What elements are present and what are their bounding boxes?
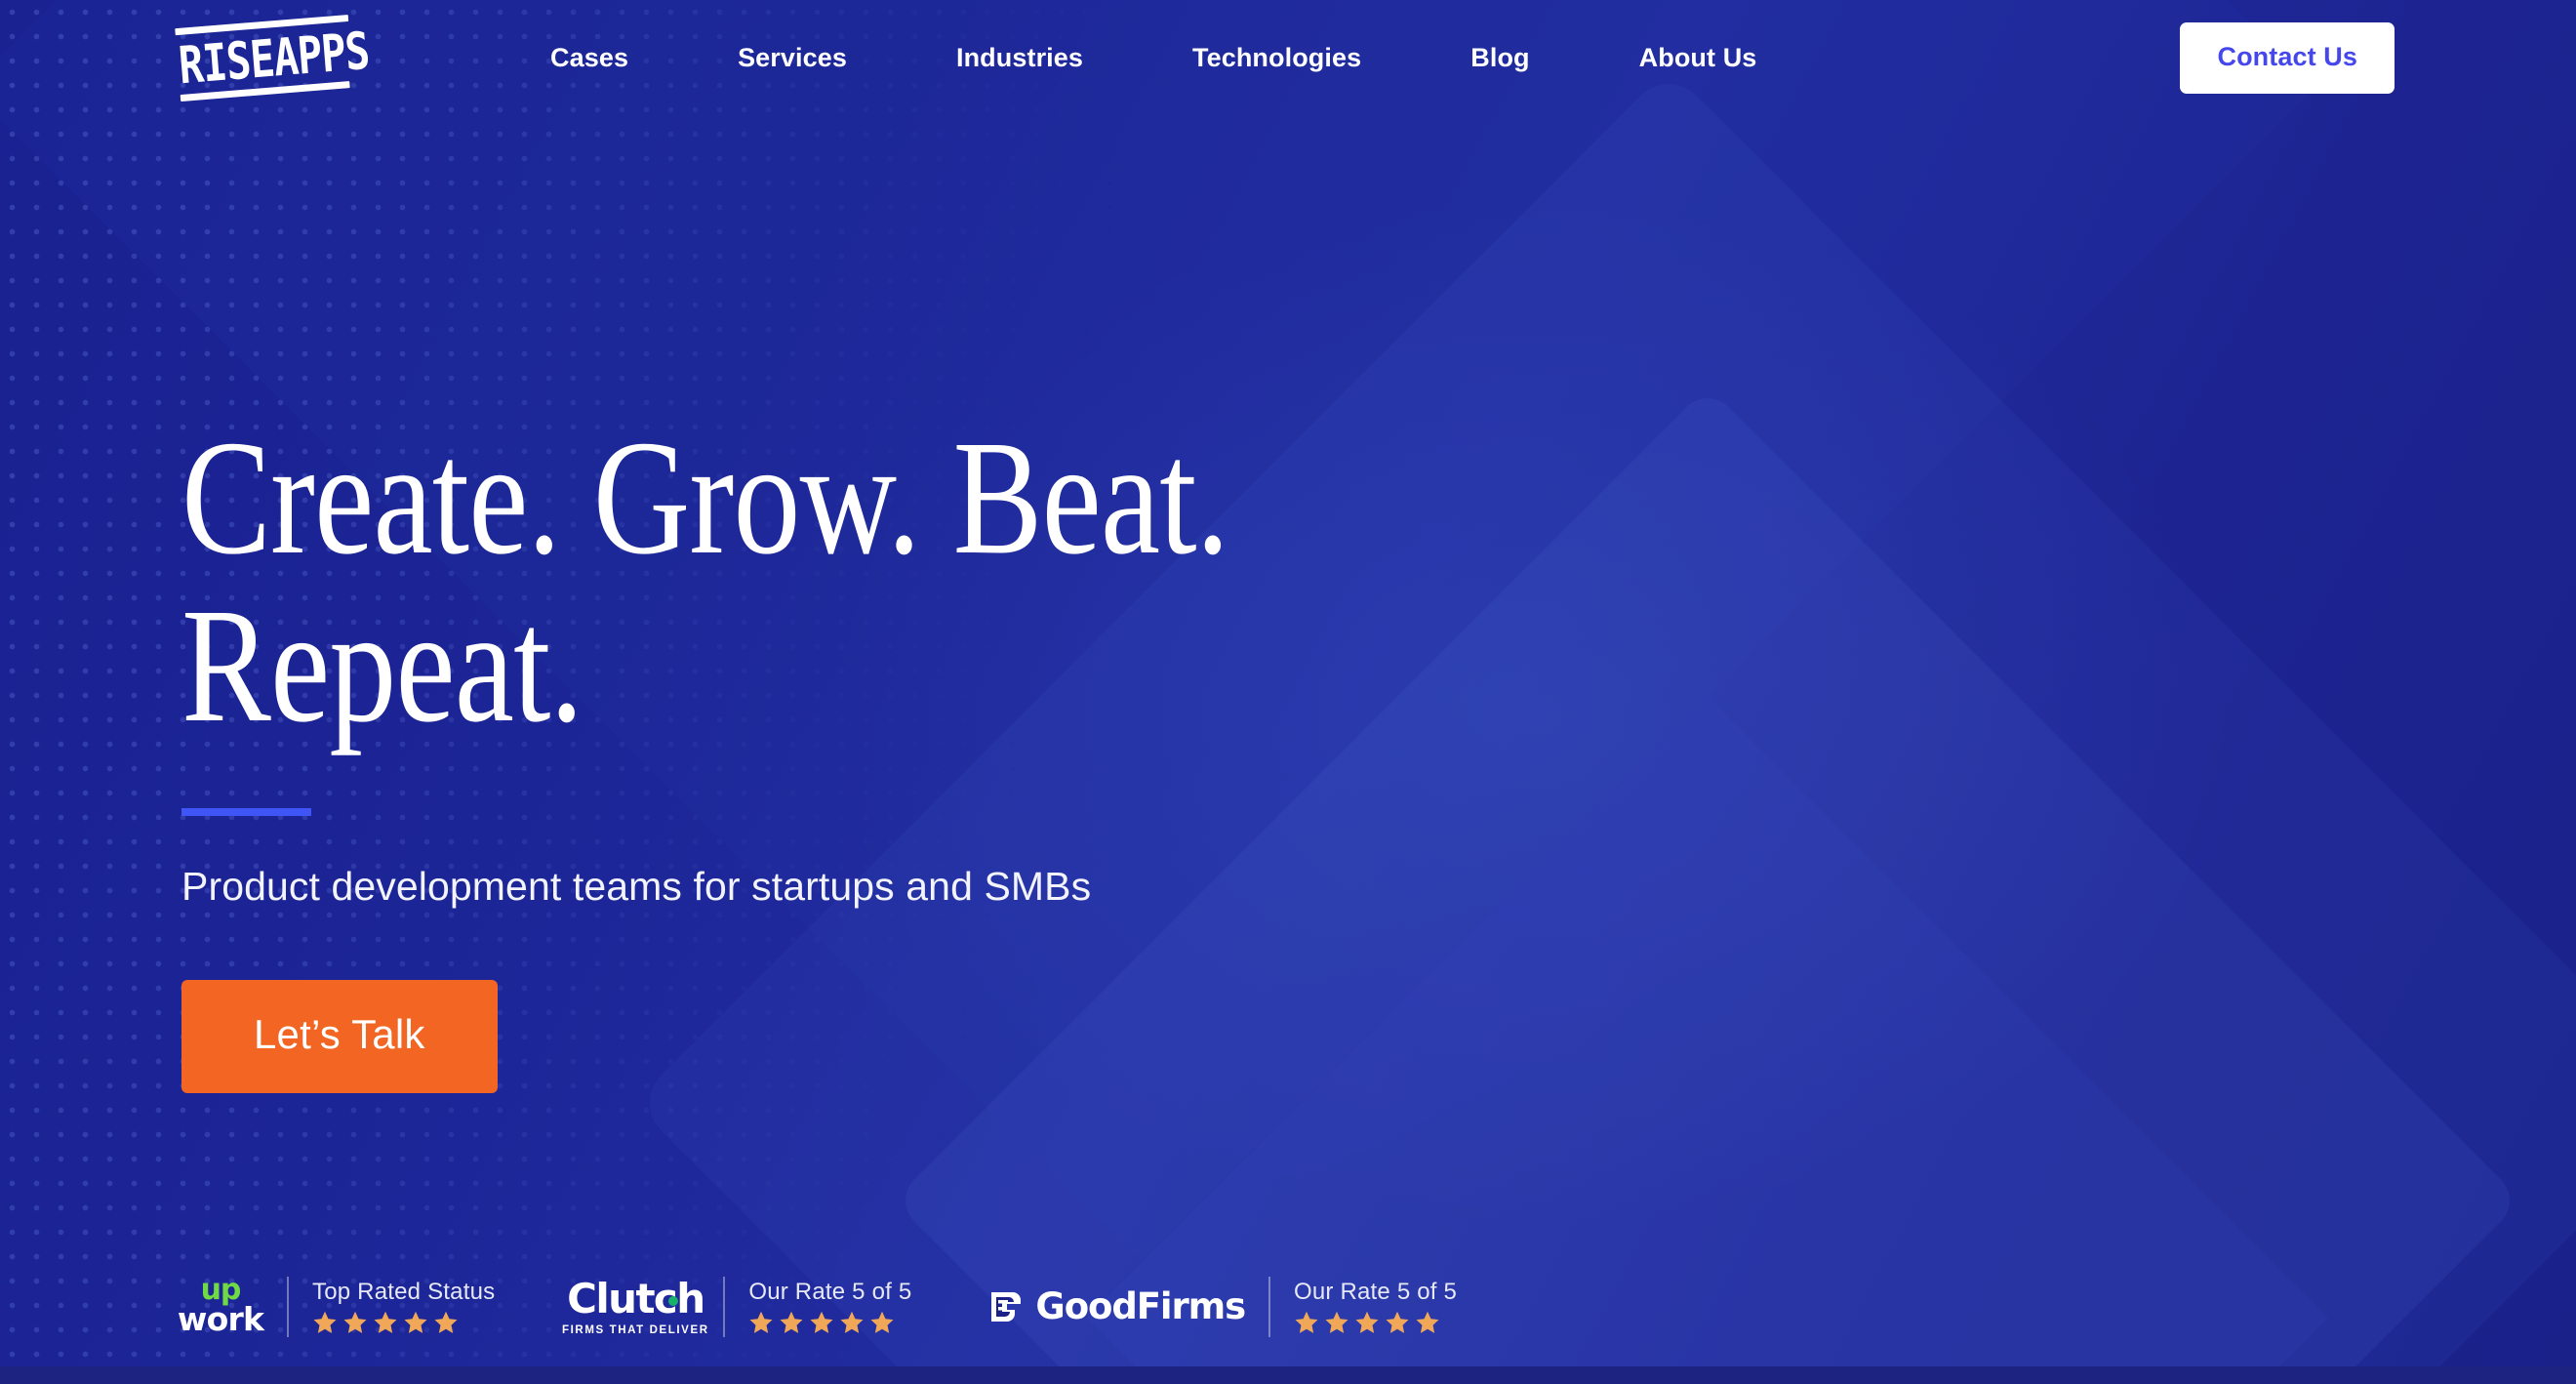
upwork-logo-work-text: work	[177, 1300, 264, 1338]
rating-badges: up work Top Rated Status Clutch FIRMS TH…	[177, 1276, 1457, 1338]
hero-headline-line-1: Create. Grow. Beat.	[181, 407, 1229, 589]
star-icon	[870, 1311, 894, 1333]
lets-talk-button[interactable]: Let’s Talk	[181, 980, 498, 1093]
star-icon	[1295, 1311, 1318, 1333]
badge-divider	[1268, 1277, 1270, 1337]
clutch-logo: Clutch FIRMS THAT DELIVER	[562, 1278, 707, 1336]
hero-content: Create. Grow. Beat. Repeat. Product deve…	[181, 414, 1459, 1093]
star-icon	[374, 1311, 397, 1333]
clutch-logo-text: Clutch	[567, 1278, 705, 1320]
clutch-rating-label: Our Rate 5 of 5	[748, 1279, 912, 1305]
nav-item-technologies[interactable]: Technologies	[1192, 33, 1361, 83]
badge-divider	[287, 1277, 289, 1337]
clutch-logo-word: Clutch	[567, 1274, 705, 1323]
nav-item-services[interactable]: Services	[738, 33, 847, 83]
nav-item-cases[interactable]: Cases	[550, 33, 628, 83]
page-section-below-hero	[0, 1366, 2576, 1384]
contact-us-button[interactable]: Contact Us	[2180, 21, 2395, 94]
accent-bar	[181, 808, 311, 816]
main-navigation: Cases Services Industries Technologies B…	[550, 33, 2180, 83]
nav-item-about-us[interactable]: About Us	[1639, 33, 1757, 83]
goodfirms-rating-label: Our Rate 5 of 5	[1294, 1279, 1458, 1305]
star-icon	[1325, 1311, 1348, 1333]
clutch-badge-text: Our Rate 5 of 5	[748, 1279, 911, 1335]
star-icon	[1416, 1311, 1439, 1333]
badge-upwork[interactable]: up work Top Rated Status	[177, 1276, 495, 1338]
star-icon	[749, 1311, 773, 1333]
goodfirms-star-rating	[1294, 1310, 1457, 1335]
upwork-rating-label: Top Rated Status	[312, 1279, 496, 1305]
star-icon	[343, 1311, 367, 1333]
site-header: RISEAPPS Cases Services Industries Techn…	[0, 0, 2576, 115]
badge-goodfirms[interactable]: GoodFirms Our Rate 5 of 5	[987, 1277, 1457, 1337]
badge-divider	[723, 1277, 726, 1337]
star-icon	[404, 1311, 427, 1333]
riseapps-logo[interactable]: RISEAPPS	[175, 11, 371, 106]
star-icon	[1386, 1311, 1409, 1333]
goodfirms-logo-text: GoodFirms	[1035, 1285, 1246, 1327]
star-icon	[434, 1311, 458, 1333]
hero-subheadline: Product development teams for startups a…	[181, 864, 1092, 909]
clutch-logo-tagline: FIRMS THAT DELIVER	[562, 1323, 709, 1336]
upwork-logo: up work	[177, 1276, 264, 1338]
upwork-star-rating	[312, 1310, 495, 1335]
goodfirms-badge-text: Our Rate 5 of 5	[1294, 1279, 1457, 1335]
hero-headline-line-2: Repeat.	[181, 575, 584, 756]
upwork-badge-text: Top Rated Status	[312, 1279, 495, 1335]
star-icon	[313, 1311, 337, 1333]
badge-clutch[interactable]: Clutch FIRMS THAT DELIVER Our Rate 5 of …	[562, 1277, 911, 1337]
goodfirms-logo: GoodFirms	[987, 1285, 1246, 1327]
hero-headline: Create. Grow. Beat. Repeat.	[181, 414, 1229, 756]
clutch-star-rating	[748, 1310, 911, 1335]
star-icon	[840, 1311, 864, 1333]
nav-item-blog[interactable]: Blog	[1470, 33, 1529, 83]
nav-item-industries[interactable]: Industries	[956, 33, 1083, 83]
clutch-green-dot-icon	[667, 1295, 678, 1306]
hero-section: RISEAPPS Cases Services Industries Techn…	[0, 0, 2576, 1366]
star-icon	[810, 1311, 833, 1333]
star-icon	[1355, 1311, 1379, 1333]
star-icon	[780, 1311, 803, 1333]
goodfirms-mark-icon	[987, 1288, 1025, 1325]
